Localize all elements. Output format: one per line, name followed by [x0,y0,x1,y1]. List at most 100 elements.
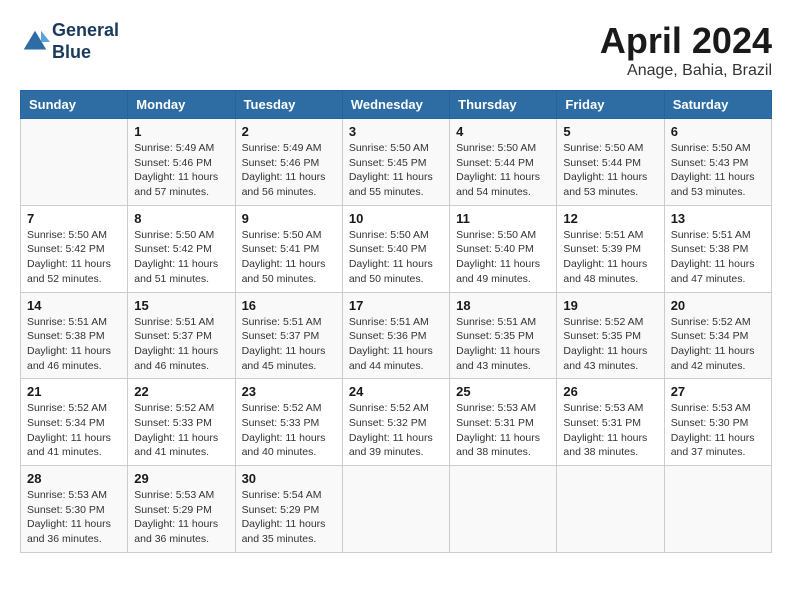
day-info: Sunrise: 5:49 AMSunset: 5:46 PMDaylight:… [134,141,228,200]
day-info: Sunrise: 5:51 AMSunset: 5:38 PMDaylight:… [27,315,121,374]
day-cell: 9Sunrise: 5:50 AMSunset: 5:41 PMDaylight… [235,205,342,292]
page-header: General Blue April 2024 Anage, Bahia, Br… [20,20,772,80]
day-number: 2 [242,124,336,139]
day-number: 27 [671,384,765,399]
day-info: Sunrise: 5:51 AMSunset: 5:37 PMDaylight:… [134,315,228,374]
header-monday: Monday [128,91,235,119]
week-row-3: 14 Sunrise: 5:51 AMSunset: 5:38 PMDayligh… [21,292,772,379]
day-number: 11 [456,211,550,226]
day-number: 10 [349,211,443,226]
day-number: 28 [27,471,121,486]
day-info: Sunrise: 5:54 AMSunset: 5:29 PMDaylight:… [242,488,336,547]
day-number: 23 [242,384,336,399]
logo: General Blue [20,20,119,63]
day-info: Sunrise: 5:50 AMSunset: 5:44 PMDaylight:… [563,141,657,200]
day-info: Sunrise: 5:52 AMSunset: 5:33 PMDaylight:… [134,401,228,460]
day-info: Sunrise: 5:50 AMSunset: 5:40 PMDaylight:… [349,228,443,287]
day-cell: 14 Sunrise: 5:51 AMSunset: 5:38 PMDayligh… [21,292,128,379]
day-info: Sunrise: 5:52 AMSunset: 5:35 PMDaylight:… [563,315,657,374]
day-number: 6 [671,124,765,139]
calendar-header-row: SundayMondayTuesdayWednesdayThursdayFrid… [21,91,772,119]
day-cell [664,466,771,553]
day-cell [557,466,664,553]
day-info: Sunrise: 5:51 AMSunset: 5:39 PMDaylight:… [563,228,657,287]
day-cell: 5 Sunrise: 5:50 AMSunset: 5:44 PMDaylight… [557,119,664,206]
day-number: 24 [349,384,443,399]
day-info: Sunrise: 5:51 AMSunset: 5:37 PMDaylight:… [242,315,336,374]
day-info: Sunrise: 5:50 AMSunset: 5:44 PMDaylight:… [456,141,550,200]
day-number: 13 [671,211,765,226]
day-info: Sunrise: 5:49 AMSunset: 5:46 PMDaylight:… [242,141,336,200]
day-number: 20 [671,298,765,313]
week-row-1: 1Sunrise: 5:49 AMSunset: 5:46 PMDaylight… [21,119,772,206]
day-number: 3 [349,124,443,139]
day-cell: 4 Sunrise: 5:50 AMSunset: 5:44 PMDaylight… [450,119,557,206]
calendar-title: April 2024 [600,20,772,62]
calendar-subtitle: Anage, Bahia, Brazil [600,62,772,80]
day-cell: 23 Sunrise: 5:52 AMSunset: 5:33 PMDayligh… [235,379,342,466]
day-info: Sunrise: 5:51 AMSunset: 5:36 PMDaylight:… [349,315,443,374]
week-row-2: 7 Sunrise: 5:50 AMSunset: 5:42 PMDaylight… [21,205,772,292]
day-cell: 10 Sunrise: 5:50 AMSunset: 5:40 PMDayligh… [342,205,449,292]
day-cell: 29Sunrise: 5:53 AMSunset: 5:29 PMDayligh… [128,466,235,553]
day-number: 7 [27,211,121,226]
day-cell: 26Sunrise: 5:53 AMSunset: 5:31 PMDayligh… [557,379,664,466]
day-cell: 21Sunrise: 5:52 AMSunset: 5:34 PMDayligh… [21,379,128,466]
day-cell: 17 Sunrise: 5:51 AMSunset: 5:36 PMDayligh… [342,292,449,379]
day-info: Sunrise: 5:50 AMSunset: 5:42 PMDaylight:… [27,228,121,287]
day-info: Sunrise: 5:53 AMSunset: 5:30 PMDaylight:… [671,401,765,460]
header-thursday: Thursday [450,91,557,119]
day-cell: 27 Sunrise: 5:53 AMSunset: 5:30 PMDayligh… [664,379,771,466]
day-number: 14 [27,298,121,313]
day-number: 19 [563,298,657,313]
day-info: Sunrise: 5:53 AMSunset: 5:29 PMDaylight:… [134,488,228,547]
day-info: Sunrise: 5:52 AMSunset: 5:32 PMDaylight:… [349,401,443,460]
day-number: 8 [134,211,228,226]
day-cell: 3 Sunrise: 5:50 AMSunset: 5:45 PMDaylight… [342,119,449,206]
day-cell: 30 Sunrise: 5:54 AMSunset: 5:29 PMDayligh… [235,466,342,553]
day-cell: 7 Sunrise: 5:50 AMSunset: 5:42 PMDaylight… [21,205,128,292]
day-info: Sunrise: 5:51 AMSunset: 5:35 PMDaylight:… [456,315,550,374]
day-number: 15 [134,298,228,313]
day-info: Sunrise: 5:52 AMSunset: 5:34 PMDaylight:… [27,401,121,460]
day-number: 4 [456,124,550,139]
header-sunday: Sunday [21,91,128,119]
day-cell: 6 Sunrise: 5:50 AMSunset: 5:43 PMDaylight… [664,119,771,206]
day-info: Sunrise: 5:51 AMSunset: 5:38 PMDaylight:… [671,228,765,287]
header-tuesday: Tuesday [235,91,342,119]
logo-text: General Blue [52,20,119,63]
day-cell: 28 Sunrise: 5:53 AMSunset: 5:30 PMDayligh… [21,466,128,553]
day-info: Sunrise: 5:53 AMSunset: 5:30 PMDaylight:… [27,488,121,547]
day-cell: 24 Sunrise: 5:52 AMSunset: 5:32 PMDayligh… [342,379,449,466]
day-cell: 1Sunrise: 5:49 AMSunset: 5:46 PMDaylight… [128,119,235,206]
day-info: Sunrise: 5:53 AMSunset: 5:31 PMDaylight:… [456,401,550,460]
day-cell: 2 Sunrise: 5:49 AMSunset: 5:46 PMDaylight… [235,119,342,206]
day-number: 16 [242,298,336,313]
day-info: Sunrise: 5:50 AMSunset: 5:42 PMDaylight:… [134,228,228,287]
day-number: 18 [456,298,550,313]
day-cell: 15 Sunrise: 5:51 AMSunset: 5:37 PMDayligh… [128,292,235,379]
day-info: Sunrise: 5:50 AMSunset: 5:43 PMDaylight:… [671,141,765,200]
day-cell [21,119,128,206]
day-cell: 8 Sunrise: 5:50 AMSunset: 5:42 PMDaylight… [128,205,235,292]
day-info: Sunrise: 5:50 AMSunset: 5:40 PMDaylight:… [456,228,550,287]
day-info: Sunrise: 5:52 AMSunset: 5:33 PMDaylight:… [242,401,336,460]
day-number: 25 [456,384,550,399]
title-area: April 2024 Anage, Bahia, Brazil [600,20,772,80]
day-info: Sunrise: 5:52 AMSunset: 5:34 PMDaylight:… [671,315,765,374]
day-number: 12 [563,211,657,226]
day-cell: 19 Sunrise: 5:52 AMSunset: 5:35 PMDayligh… [557,292,664,379]
day-cell: 12 Sunrise: 5:51 AMSunset: 5:39 PMDayligh… [557,205,664,292]
day-number: 26 [563,384,657,399]
day-number: 5 [563,124,657,139]
day-cell [342,466,449,553]
day-cell: 20 Sunrise: 5:52 AMSunset: 5:34 PMDayligh… [664,292,771,379]
day-number: 30 [242,471,336,486]
day-cell: 18 Sunrise: 5:51 AMSunset: 5:35 PMDayligh… [450,292,557,379]
day-cell: 11 Sunrise: 5:50 AMSunset: 5:40 PMDayligh… [450,205,557,292]
header-saturday: Saturday [664,91,771,119]
day-cell [450,466,557,553]
day-cell: 22Sunrise: 5:52 AMSunset: 5:33 PMDayligh… [128,379,235,466]
day-info: Sunrise: 5:50 AMSunset: 5:45 PMDaylight:… [349,141,443,200]
day-number: 17 [349,298,443,313]
